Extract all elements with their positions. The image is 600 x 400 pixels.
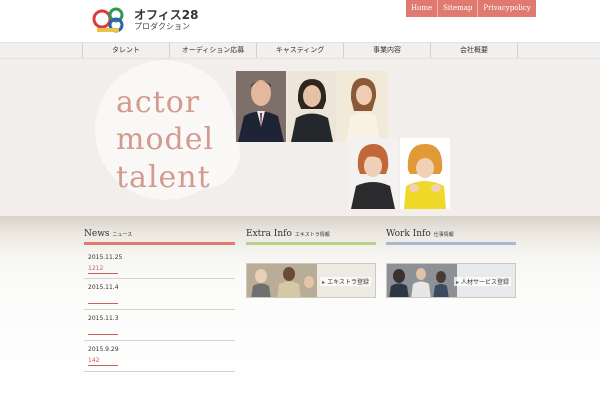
news-subtitle: ニュース — [112, 232, 133, 238]
privacy-policy-link[interactable]: Privacypolicy — [477, 0, 536, 17]
news-item[interactable]: 2015.11.4 — [84, 279, 235, 310]
work-title: Work Info — [386, 229, 431, 239]
work-register-label: ▸ 人材サービス登録 — [453, 277, 511, 286]
news-title: News — [84, 229, 110, 239]
news-item[interactable]: 2015.11.3 — [84, 310, 235, 341]
news-rule — [84, 242, 235, 245]
hero-text-actor: actor — [116, 85, 201, 120]
site-logo[interactable] — [92, 6, 128, 34]
hero-text-model: model — [116, 122, 215, 157]
talent-photo-1[interactable] — [236, 71, 286, 142]
brand-subtitle: プロダクション — [134, 22, 190, 31]
extra-register-banner[interactable]: ▸ エキストラ登録 — [246, 263, 376, 298]
nav-item-talent[interactable]: タレント — [82, 43, 169, 58]
news-date: 2015.11.4 — [88, 284, 119, 291]
news-list: 2015.11.25 1212 2015.11.4 2015.11.3 2015… — [84, 249, 235, 372]
utility-links: Home Sitemap Privacypolicy — [406, 0, 536, 17]
news-item[interactable]: 2015.9.29 142 — [84, 341, 235, 372]
news-link[interactable] — [88, 326, 118, 335]
brand-name: オフィス28 プロダクション — [134, 9, 198, 32]
main-nav: タレント オーディション応募 キャスティング 事業内容 会社概要 — [0, 42, 600, 59]
arrow-icon: ▸ — [322, 279, 326, 286]
nav-item-business[interactable]: 事業内容 — [343, 43, 430, 58]
brand-title: オフィス28 — [134, 8, 199, 22]
extra-title: Extra Info — [246, 229, 292, 239]
work-register-banner[interactable]: ▸ 人材サービス登録 — [386, 263, 516, 298]
news-link[interactable] — [88, 295, 118, 304]
news-date: 2015.11.25 — [88, 254, 123, 261]
news-item[interactable]: 2015.11.25 1212 — [84, 249, 235, 279]
news-link[interactable]: 142 — [88, 357, 118, 366]
arrow-icon: ▸ — [455, 279, 459, 286]
home-link[interactable]: Home — [406, 0, 438, 17]
work-subtitle: 仕事情報 — [433, 232, 454, 238]
news-date: 2015.11.3 — [88, 315, 119, 322]
extra-register-label: ▸ エキストラ登録 — [320, 277, 371, 286]
news-date: 2015.9.29 — [88, 346, 119, 353]
extra-subtitle: エキストラ情報 — [294, 232, 330, 238]
site-header: オフィス28 プロダクション Home Sitemap Privacypolic… — [0, 0, 600, 42]
news-heading: News ニュース — [84, 229, 132, 239]
work-heading: Work Info 仕事情報 — [386, 229, 454, 239]
nav-item-casting[interactable]: キャスティング — [256, 43, 343, 58]
extra-heading: Extra Info エキストラ情報 — [246, 229, 330, 239]
nav-item-audition[interactable]: オーディション応募 — [169, 43, 256, 58]
sitemap-link[interactable]: Sitemap — [437, 0, 478, 17]
hero-text-talent: talent — [116, 160, 211, 195]
nav-item-company[interactable]: 会社概要 — [430, 43, 518, 58]
talent-photo-3[interactable] — [338, 71, 388, 142]
news-link[interactable]: 1212 — [88, 265, 118, 274]
extra-rule — [246, 242, 376, 245]
work-rule — [386, 242, 516, 245]
talent-photo-4[interactable] — [348, 138, 398, 209]
talent-photo-2[interactable] — [287, 71, 337, 142]
talent-photo-5[interactable] — [400, 138, 450, 209]
